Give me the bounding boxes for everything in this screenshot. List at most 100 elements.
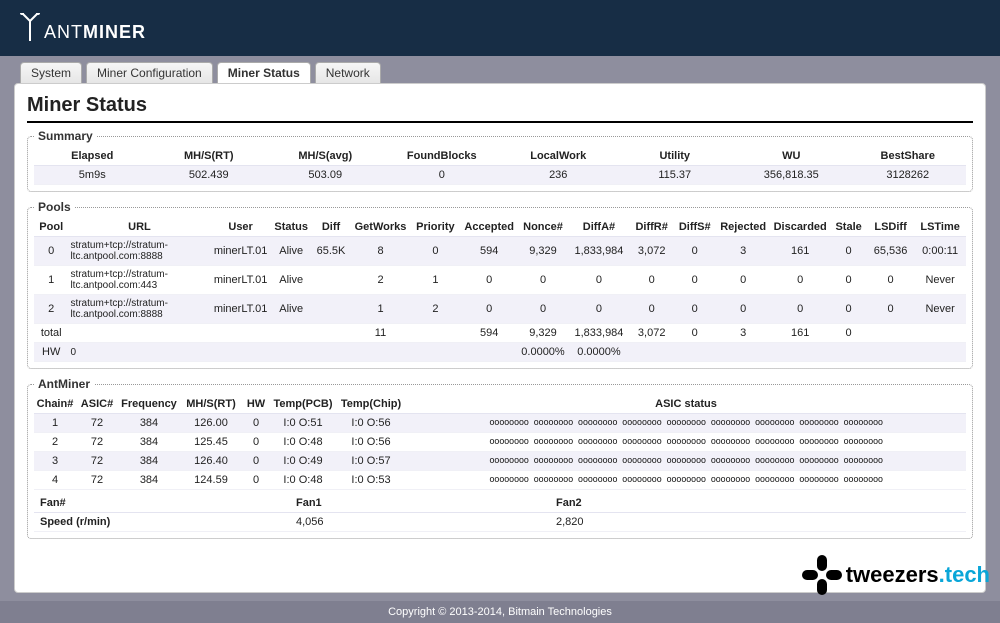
antminer-cell: I:0 O:56 — [336, 414, 406, 433]
antminer-cell: 2 — [34, 433, 76, 452]
pools-cell: 594 — [460, 237, 518, 266]
pools-th-13: Discarded — [770, 218, 830, 237]
summary-table: Elapsed MH/S(RT) MH/S(avg) FoundBlocks L… — [34, 147, 966, 185]
pools-cell — [770, 343, 830, 362]
antminer-cell: 126.00 — [180, 414, 242, 433]
pools-cell: 65.5K — [312, 237, 351, 266]
antminer-cell: 124.59 — [180, 471, 242, 490]
pools-cell: 0 — [673, 237, 716, 266]
footer: Copyright © 2013-2014, Bitmain Technolog… — [0, 601, 1000, 623]
antminer-cell: 126.40 — [180, 452, 242, 471]
pools-cell: 0 — [630, 266, 673, 295]
td-localwork: 236 — [500, 166, 617, 185]
pools-cell: stratum+tcp://stratum-ltc.antpool.com:44… — [68, 266, 210, 295]
pools-cell: 0 — [770, 295, 830, 324]
pools-th-8: Nonce# — [518, 218, 568, 237]
pools-th-12: Rejected — [716, 218, 770, 237]
th-mhs-rt: MH/S(RT) — [151, 147, 268, 166]
pools-row: HW00.0000%0.0000% — [34, 343, 966, 362]
pools-cell — [411, 343, 461, 362]
pools-cell: 0 — [867, 295, 914, 324]
pools-cell: minerLT.01 — [210, 266, 270, 295]
pools-cell — [271, 343, 312, 362]
pools-cell: 161 — [770, 324, 830, 343]
pools-cell: 0:00:11 — [914, 237, 966, 266]
pools-legend: Pools — [34, 200, 75, 214]
pools-cell: Never — [914, 295, 966, 324]
pools-row: 2stratum+tcp://stratum-ltc.antpool.com:8… — [34, 295, 966, 324]
asic-status-cell: oooooooo oooooooo oooooooo oooooooo oooo… — [406, 471, 966, 490]
td-mhs-avg: 503.09 — [267, 166, 384, 185]
pools-th-3: Status — [271, 218, 312, 237]
antminer-cell: 384 — [118, 452, 180, 471]
antminer-cell: 72 — [76, 471, 118, 490]
tab-miner-status[interactable]: Miner Status — [217, 62, 311, 83]
pools-th-7: Accepted — [460, 218, 518, 237]
pools-cell: 1 — [34, 266, 68, 295]
pools-cell: 0 — [568, 295, 630, 324]
pools-cell: stratum+tcp://stratum-ltc.antpool.com:88… — [68, 237, 210, 266]
brand-thin: ANT — [44, 22, 83, 42]
pools-row: 0 stratum+tcp://stratum-ltc.antpool.com:8… — [34, 237, 966, 266]
antminer-cell: 1 — [34, 414, 76, 433]
th-bestshare: BestShare — [850, 147, 967, 166]
pools-cell — [68, 324, 210, 343]
tab-system[interactable]: System — [20, 62, 82, 83]
asic-status-cell: oooooooo oooooooo oooooooo oooooooo oooo… — [406, 414, 966, 433]
pools-cell — [830, 343, 867, 362]
fan-table: Fan# Fan1 Fan2 Speed (r/min) 4,056 2,820 — [34, 494, 966, 532]
summary-section: Summary Elapsed MH/S(RT) MH/S(avg) Found… — [27, 129, 973, 192]
pools-cell — [460, 343, 518, 362]
tab-network[interactable]: Network — [315, 62, 381, 83]
th-wu: WU — [733, 147, 850, 166]
pools-cell — [312, 295, 351, 324]
content-card: Miner Status Summary Elapsed MH/S(RT) MH… — [14, 83, 986, 593]
pools-th-10: DiffR# — [630, 218, 673, 237]
brand-bold: MINER — [83, 22, 146, 42]
antminer-th-6: Temp(Chip) — [336, 395, 406, 414]
pools-cell — [914, 343, 966, 362]
app-header: ANTMINER — [0, 0, 1000, 56]
pools-cell: 2 — [411, 295, 461, 324]
pools-cell — [210, 324, 270, 343]
pools-cell: 3 — [716, 324, 770, 343]
pools-table: PoolURLUserStatusDiffGetWorksPriorityAcc… — [34, 218, 966, 362]
pools-cell: 0 — [460, 266, 518, 295]
antminer-cell: I:0 O:48 — [270, 433, 336, 452]
antminer-cell: 0 — [242, 414, 270, 433]
pools-cell: 594 — [460, 324, 518, 343]
asic-status-cell: oooooooo oooooooo oooooooo oooooooo oooo… — [406, 452, 966, 471]
pools-cell: 0 — [518, 266, 568, 295]
pools-cell: minerLT.01 — [210, 237, 270, 266]
pools-cell: 0 — [568, 266, 630, 295]
tab-miner-configuration[interactable]: Miner Configuration — [86, 62, 213, 83]
antminer-cell: I:0 O:53 — [336, 471, 406, 490]
antminer-cell: 0 — [242, 433, 270, 452]
antenna-icon — [18, 13, 42, 43]
antminer-cell: 72 — [76, 433, 118, 452]
antminer-th-7: ASIC status — [406, 395, 966, 414]
antminer-cell: 3 — [34, 452, 76, 471]
antminer-cell: 0 — [242, 471, 270, 490]
td-utility: 115.37 — [617, 166, 734, 185]
pools-cell: 1,833,984 — [568, 237, 630, 266]
th-mhs-avg: MH/S(avg) — [267, 147, 384, 166]
antminer-row: 272384125.450I:0 O:48I:0 O:56oooooooo oo… — [34, 433, 966, 452]
pools-cell — [411, 324, 461, 343]
pools-th-1: URL — [68, 218, 210, 237]
pools-cell: 0 — [716, 266, 770, 295]
brand-text: ANTMINER — [44, 22, 146, 43]
pools-cell: 0 — [830, 295, 867, 324]
pools-th-4: Diff — [312, 218, 351, 237]
antminer-cell: 384 — [118, 414, 180, 433]
antminer-section: AntMiner Chain#ASIC#FrequencyMH/S(RT)HWT… — [27, 377, 973, 539]
pools-cell — [271, 324, 312, 343]
pools-cell: 0 — [716, 295, 770, 324]
pools-cell: 0 — [460, 295, 518, 324]
nav-tabs: System Miner Configuration Miner Status … — [20, 62, 1000, 83]
pools-th-6: Priority — [411, 218, 461, 237]
antminer-cell: I:0 O:57 — [336, 452, 406, 471]
pools-th-9: DiffA# — [568, 218, 630, 237]
pools-cell — [312, 343, 351, 362]
pools-cell: 3 — [716, 237, 770, 266]
